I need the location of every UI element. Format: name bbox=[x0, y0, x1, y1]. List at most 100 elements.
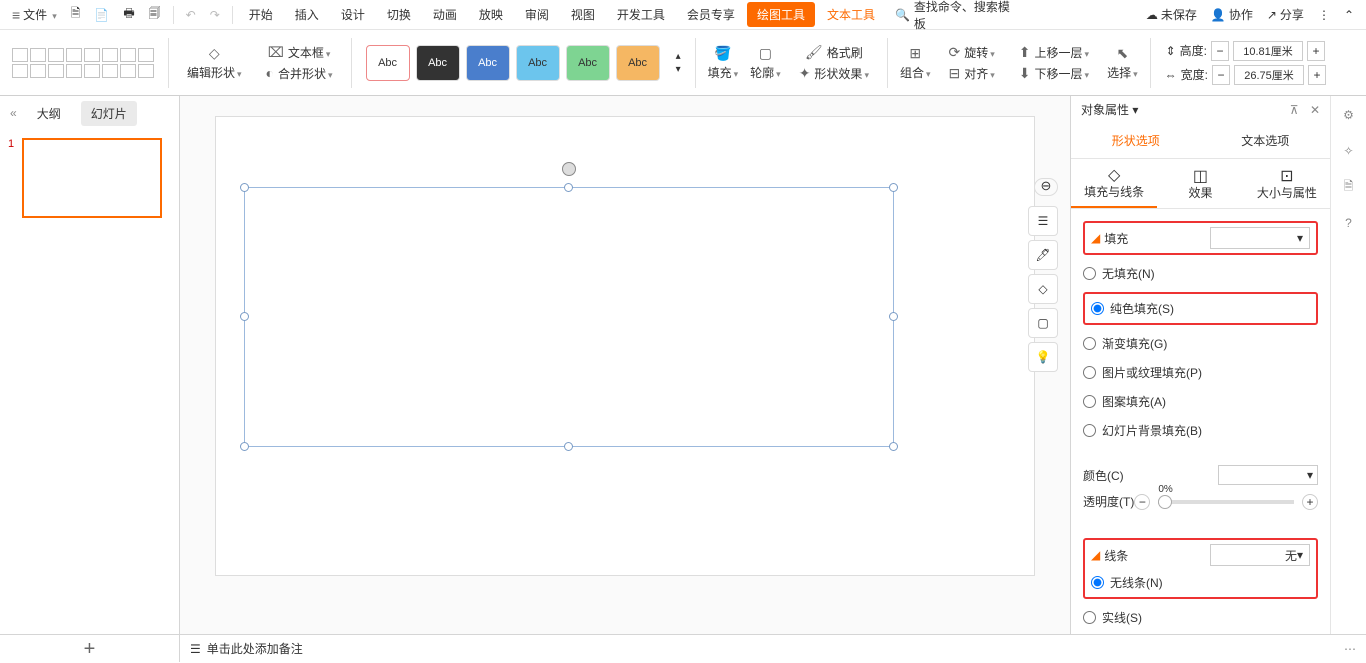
align-button[interactable]: ⊟对齐 bbox=[945, 63, 999, 84]
merge-shape-button[interactable]: ◐合并形状 bbox=[262, 63, 337, 84]
rotate-handle[interactable] bbox=[562, 162, 576, 176]
height-decrease[interactable]: − bbox=[1211, 41, 1229, 61]
opacity-decrease[interactable]: − bbox=[1134, 494, 1150, 510]
save-as-icon[interactable]: 📄 bbox=[88, 4, 115, 26]
tab-text-tools[interactable]: 文本工具 bbox=[817, 2, 885, 27]
resize-handle-tm[interactable] bbox=[564, 183, 573, 192]
menu-dots-icon[interactable]: ⋯ bbox=[1344, 642, 1356, 656]
collapse-ribbon-icon[interactable]: ⌃ bbox=[1338, 4, 1360, 26]
edit-shape-button[interactable]: ◇编辑形状 bbox=[183, 43, 246, 83]
fill-type-dropdown[interactable]: ▾ bbox=[1210, 227, 1310, 249]
print-icon[interactable]: 🖶 bbox=[117, 0, 140, 29]
unsaved-button[interactable]: ☁未保存 bbox=[1140, 2, 1203, 27]
close-panel-icon[interactable]: ✕ bbox=[1310, 103, 1320, 117]
bring-forward-button[interactable]: ⬆上移一层 bbox=[1015, 42, 1093, 63]
tab-design[interactable]: 设计 bbox=[331, 2, 375, 27]
subtab-effect[interactable]: ◫效果 bbox=[1157, 160, 1243, 207]
redo-icon[interactable]: ↷ bbox=[204, 4, 226, 26]
notes-area[interactable]: ☰ 单击此处添加备注 bbox=[180, 640, 313, 657]
pin-icon[interactable]: ⊼ bbox=[1290, 103, 1299, 117]
swatch-1[interactable]: Abc bbox=[366, 45, 410, 81]
color-picker[interactable]: ▾ bbox=[1218, 465, 1318, 485]
slides-tab[interactable]: 幻灯片 bbox=[81, 101, 137, 126]
fill-section-title[interactable]: ◢ 填充 bbox=[1091, 230, 1128, 247]
line-type-dropdown[interactable]: 无 ▾ bbox=[1210, 544, 1310, 566]
more-icon[interactable]: ⋮ bbox=[1312, 4, 1336, 26]
textbox-button[interactable]: ⌧文本框 bbox=[264, 42, 335, 63]
resize-handle-tl[interactable] bbox=[240, 183, 249, 192]
resize-handle-bl[interactable] bbox=[240, 442, 249, 451]
resize-handle-bm[interactable] bbox=[564, 442, 573, 451]
resize-handle-ml[interactable] bbox=[240, 312, 249, 321]
resize-handle-br[interactable] bbox=[889, 442, 898, 451]
sidebar-star-icon[interactable]: ✧ bbox=[1338, 140, 1360, 162]
tab-view[interactable]: 视图 bbox=[561, 2, 605, 27]
line-none-radio[interactable]: 无线条(N) bbox=[1091, 572, 1310, 593]
outline-tab[interactable]: 大纲 bbox=[27, 101, 71, 126]
fill-none-radio[interactable]: 无填充(N) bbox=[1083, 263, 1318, 284]
resize-handle-tr[interactable] bbox=[889, 183, 898, 192]
fill-button[interactable]: 🪣填充 bbox=[704, 43, 743, 83]
fill-solid-radio[interactable]: 纯色填充(S) bbox=[1091, 298, 1310, 319]
search-input[interactable]: 🔍查找命令、搜索模板 bbox=[887, 0, 1027, 36]
tab-drawing-tools[interactable]: 绘图工具 bbox=[747, 2, 815, 27]
save-icon[interactable]: 🗎 bbox=[65, 0, 87, 29]
slide-canvas[interactable] bbox=[215, 116, 1035, 576]
sidebar-settings-icon[interactable]: ⚙ bbox=[1338, 104, 1360, 126]
share-button[interactable]: ↗分享 bbox=[1261, 2, 1310, 27]
opacity-increase[interactable]: + bbox=[1302, 494, 1318, 510]
canvas-area[interactable]: ⊖ ☰ 🖊 ◇ ▢ 💡 bbox=[180, 96, 1070, 634]
line-section-title[interactable]: ◢ 线条 bbox=[1091, 547, 1128, 564]
layers-tool-icon[interactable]: ☰ bbox=[1028, 206, 1058, 236]
tab-slideshow[interactable]: 放映 bbox=[469, 2, 513, 27]
frame-tool-icon[interactable]: ▢ bbox=[1028, 308, 1058, 338]
fill-gradient-radio[interactable]: 渐变填充(G) bbox=[1083, 333, 1318, 354]
width-increase[interactable]: + bbox=[1308, 65, 1326, 85]
tab-member[interactable]: 会员专享 bbox=[677, 2, 745, 27]
prev-style-icon[interactable]: ▴ bbox=[676, 51, 681, 62]
collab-button[interactable]: 👤协作 bbox=[1205, 2, 1259, 27]
slide-thumbnail-1[interactable]: 1 bbox=[0, 130, 179, 226]
fill-picture-radio[interactable]: 图片或纹理填充(P) bbox=[1083, 362, 1318, 383]
subtab-size[interactable]: ⊡大小与属性 bbox=[1244, 160, 1330, 207]
outline-button[interactable]: ▢轮廓 bbox=[746, 43, 785, 83]
add-slide-button[interactable]: + bbox=[0, 635, 180, 662]
collapse-thumbs-icon[interactable]: « bbox=[10, 106, 17, 120]
opacity-slider[interactable]: 0% bbox=[1158, 500, 1294, 504]
swatch-6[interactable]: Abc bbox=[616, 45, 660, 81]
panel-tab-shape[interactable]: 形状选项 bbox=[1071, 124, 1201, 157]
preview-icon[interactable]: 🗐 bbox=[143, 0, 167, 29]
swatch-2[interactable]: Abc bbox=[416, 45, 460, 81]
fill-slidebg-radio[interactable]: 幻灯片背景填充(B) bbox=[1083, 420, 1318, 441]
line-solid-radio[interactable]: 实线(S) bbox=[1083, 607, 1318, 628]
style-swatches[interactable]: Abc Abc Abc Abc Abc Abc bbox=[366, 45, 660, 81]
rotate-button[interactable]: ⟳旋转 bbox=[945, 42, 999, 63]
tab-transition[interactable]: 切换 bbox=[377, 2, 421, 27]
file-menu-button[interactable]: ≡文件 bbox=[6, 2, 63, 27]
undo-icon[interactable]: ↶ bbox=[180, 4, 202, 26]
format-painter-button[interactable]: 🖌格式刷 bbox=[801, 42, 867, 63]
send-backward-button[interactable]: ⬇下移一层 bbox=[1015, 63, 1093, 84]
resize-handle-mr[interactable] bbox=[889, 312, 898, 321]
tab-devtools[interactable]: 开发工具 bbox=[607, 2, 675, 27]
swatch-4[interactable]: Abc bbox=[516, 45, 560, 81]
shape-effect-button[interactable]: ✦形状效果 bbox=[795, 63, 873, 84]
subtab-fill-line[interactable]: ◇填充与线条 bbox=[1071, 159, 1157, 208]
select-button[interactable]: ⬉选择 bbox=[1103, 43, 1142, 83]
tab-review[interactable]: 审阅 bbox=[515, 2, 559, 27]
sidebar-help-icon[interactable]: ? bbox=[1338, 212, 1360, 234]
tab-insert[interactable]: 插入 bbox=[285, 2, 329, 27]
swatch-5[interactable]: Abc bbox=[566, 45, 610, 81]
swatch-3[interactable]: Abc bbox=[466, 45, 510, 81]
sidebar-doc-icon[interactable]: 🗎 bbox=[1338, 176, 1360, 198]
fill-pattern-radio[interactable]: 图案填充(A) bbox=[1083, 391, 1318, 412]
bulb-tool-icon[interactable]: 💡 bbox=[1028, 342, 1058, 372]
height-increase[interactable]: + bbox=[1307, 41, 1325, 61]
brush-tool-icon[interactable]: 🖊 bbox=[1028, 240, 1058, 270]
shape-tool-icon[interactable]: ◇ bbox=[1028, 274, 1058, 304]
group-button[interactable]: ⊞组合 bbox=[896, 43, 935, 83]
height-input[interactable] bbox=[1233, 41, 1303, 61]
tab-animation[interactable]: 动画 bbox=[423, 2, 467, 27]
next-style-icon[interactable]: ▾ bbox=[676, 64, 681, 75]
tab-home[interactable]: 开始 bbox=[239, 2, 283, 27]
